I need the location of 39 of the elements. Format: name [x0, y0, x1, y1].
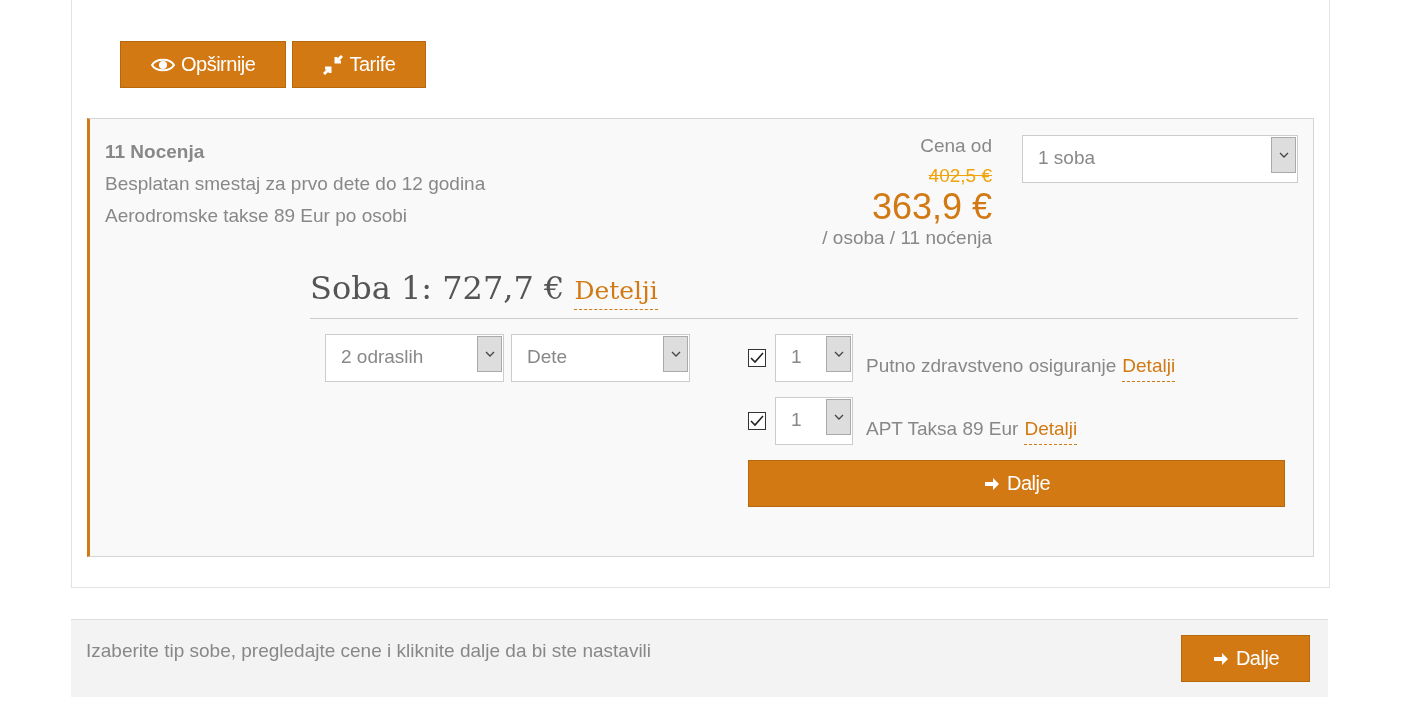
chevron-down-icon — [833, 351, 844, 357]
select-field[interactable]: 1 — [775, 397, 853, 445]
select-field[interactable]: Dete — [511, 334, 690, 382]
extra-label: APT Taksa 89 Eur — [866, 417, 1019, 440]
next-button[interactable]: Dalje — [748, 460, 1285, 507]
select-field[interactable]: 1 soba — [1022, 135, 1298, 183]
select-field[interactable]: 2 odraslih — [325, 334, 504, 382]
offer-note: Besplatan smestaj za prvo dete do 12 godina — [105, 173, 487, 195]
chevron-down-icon — [484, 351, 495, 357]
checkbox[interactable] — [748, 349, 766, 367]
dropdown-caret[interactable] — [826, 399, 851, 435]
price-unit: / osoba / 11 noćenja — [822, 227, 992, 249]
checkmark-icon — [750, 415, 764, 427]
action-button[interactable]: Tarife — [292, 41, 427, 88]
dropdown-caret[interactable] — [477, 336, 502, 372]
dropdown-caret[interactable] — [663, 336, 688, 372]
chevron-down-icon — [670, 351, 681, 357]
chevron-down-icon — [833, 414, 844, 420]
compress-icon — [323, 54, 344, 75]
room-title: Soba 1: 727,7 € — [310, 269, 565, 307]
checkmark-icon — [750, 352, 764, 364]
offer-note: Aerodromske takse 89 Eur po osobi — [105, 205, 409, 227]
offer-title: 11 Nocenja — [105, 141, 206, 163]
select-field[interactable]: 1 — [775, 334, 853, 382]
extra-label: Putno zdravstveno osiguranje — [866, 354, 1117, 377]
chevron-down-icon — [1278, 152, 1289, 158]
dropdown-caret[interactable] — [1271, 137, 1296, 173]
checkbox[interactable] — [748, 412, 766, 430]
details-link[interactable]: Detalji — [1024, 417, 1078, 445]
next-button[interactable]: Dalje — [1180, 635, 1310, 682]
price-label: Cena od — [920, 135, 992, 157]
eye-icon — [151, 56, 175, 73]
footer-hint: Izaberite tip sobe, pregledajte cene i kliknite dalje da bi ste nastavili — [86, 640, 652, 663]
details-link[interactable]: Detelji — [574, 276, 658, 310]
dropdown-caret[interactable] — [826, 336, 851, 372]
old-price: 402,5 € — [928, 165, 992, 187]
action-button[interactable]: Opširnije — [120, 41, 287, 88]
current-price: 363,9 € — [871, 187, 992, 227]
details-link[interactable]: Detalji — [1122, 354, 1176, 382]
